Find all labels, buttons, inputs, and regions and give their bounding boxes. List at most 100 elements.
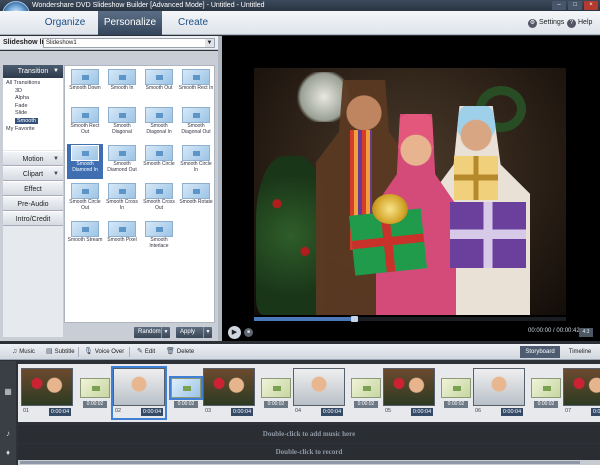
settings-label: Settings xyxy=(539,19,565,26)
storyboard-transition[interactable]: 0:00:02 xyxy=(531,378,561,414)
random-button[interactable]: Random ▼ xyxy=(134,327,170,338)
transition-item[interactable]: Smooth Down xyxy=(67,68,103,103)
transition-label: Smooth Rotate xyxy=(179,199,213,205)
apply-button[interactable]: Apply ▼ xyxy=(176,327,212,338)
delete-label: Delete xyxy=(176,349,195,355)
tree-item-all[interactable]: All Transitions xyxy=(6,80,63,88)
voice-over-label: Voice Over xyxy=(94,349,125,355)
chevron-down-icon[interactable]: ▼ xyxy=(161,327,170,338)
close-button[interactable]: × xyxy=(584,1,598,10)
music-track[interactable]: Double-click to add music here xyxy=(18,425,600,443)
tree-item-smooth[interactable]: Smooth xyxy=(15,117,38,124)
tab-organize[interactable]: Organize xyxy=(34,11,96,35)
record-track[interactable]: Double-click to record xyxy=(18,444,600,460)
tree-item-3d[interactable]: 3D xyxy=(6,88,63,96)
category-pre-audio[interactable]: Pre-Audio xyxy=(3,196,63,211)
timeline-view-button[interactable]: Timeline xyxy=(562,346,598,358)
tree-item-alpha[interactable]: Alpha xyxy=(6,95,63,103)
transition-thumbnail xyxy=(71,183,99,199)
transition-thumbnail xyxy=(108,107,136,123)
music-icon: ♫ xyxy=(12,348,18,355)
category-effect[interactable]: Effect xyxy=(3,181,63,196)
music-button[interactable]: ♫ Music xyxy=(12,344,35,360)
transition-thumbnail xyxy=(71,145,99,161)
transition-item[interactable]: Smooth Diagonal In xyxy=(141,106,177,141)
transition-item[interactable]: Smooth Diamond Out xyxy=(104,144,140,179)
horizontal-scrollbar[interactable] xyxy=(18,460,600,465)
help-label: Help xyxy=(578,19,593,26)
progress-handle[interactable] xyxy=(350,316,358,322)
tree-item-fade[interactable]: Fade xyxy=(6,103,63,111)
storyboard-transition[interactable]: 0:00:02 xyxy=(351,378,381,414)
storyboard-transition[interactable]: 0:00:02 xyxy=(169,376,203,414)
clip-duration: 0:00:04 xyxy=(231,408,253,416)
settings-link[interactable]: ⚙ Settings xyxy=(528,17,564,29)
transition-item[interactable]: Smooth Rotate xyxy=(178,182,214,217)
transition-item[interactable]: Smooth Circle Out xyxy=(67,182,103,217)
aspect-ratio-button[interactable]: 4:3 xyxy=(579,328,593,337)
transition-label: Smooth Interlace xyxy=(149,237,169,249)
storyboard-clip[interactable]: 02 0:00:04 xyxy=(111,366,167,420)
transition-item[interactable]: Smooth Out xyxy=(141,68,177,103)
tab-personalize[interactable]: Personalize xyxy=(98,11,162,35)
transition-item[interactable]: Smooth Cross Out xyxy=(141,182,177,217)
storyboard-clip[interactable]: 05 0:00:04 xyxy=(383,368,435,418)
category-clipart[interactable]: Clipart ▼ xyxy=(3,166,63,181)
category-transition[interactable]: Transition ▼ xyxy=(3,65,63,78)
tree-item-slide[interactable]: Slide xyxy=(6,110,63,118)
scrollbar-thumb[interactable] xyxy=(20,461,580,464)
clip-number: 04 xyxy=(295,408,302,414)
category-clipart-label: Clipart xyxy=(22,171,44,178)
tree-item-my-favorite[interactable]: My Favorite xyxy=(6,126,63,134)
storyboard-clip[interactable]: 01 0:00:04 xyxy=(21,368,73,418)
transition-item[interactable]: Smooth Cross In xyxy=(104,182,140,217)
storyboard-view-button[interactable]: Storyboard xyxy=(520,346,560,358)
category-motion[interactable]: Motion ▼ xyxy=(3,151,63,166)
transition-label: Smooth Circle Out xyxy=(69,199,101,211)
transition-thumbnail xyxy=(108,221,136,237)
storyboard-clip[interactable]: 03 0:00:04 xyxy=(203,368,255,418)
storyboard-transition[interactable]: 0:00:02 xyxy=(261,378,291,414)
clip-duration: 0:00:04 xyxy=(141,408,163,416)
slideshow-select-value: Slideshow1 xyxy=(46,40,77,46)
minimize-button[interactable]: – xyxy=(552,1,566,10)
help-icon: ? xyxy=(567,18,576,28)
transition-item[interactable]: Smooth Diagonal xyxy=(104,106,140,141)
transition-thumbnail xyxy=(351,378,381,398)
transition-item[interactable]: Smooth Circle In xyxy=(178,144,214,179)
transition-label: Smooth Circle xyxy=(143,161,175,167)
chevron-down-icon[interactable]: ▼ xyxy=(205,39,214,47)
toolbar-divider xyxy=(78,347,79,357)
transition-item[interactable]: Smooth Pixel xyxy=(104,220,140,255)
transition-item[interactable]: Smooth In xyxy=(104,68,140,103)
transition-item[interactable]: Smooth Diagonal Out xyxy=(178,106,214,141)
category-intro-credit[interactable]: Intro/Credit xyxy=(3,211,63,226)
clip-duration: 0:00:04 xyxy=(321,408,343,416)
transition-item[interactable]: Smooth Circle xyxy=(141,144,177,179)
play-button[interactable]: ▶ xyxy=(228,326,241,339)
edit-button[interactable]: ✎ Edit xyxy=(137,344,155,360)
tab-create[interactable]: Create xyxy=(164,11,222,35)
transition-item[interactable]: Smooth Rect In xyxy=(178,68,214,103)
voice-over-button[interactable]: 🎙 Voice Over xyxy=(84,344,124,360)
chevron-down-icon[interactable]: ▼ xyxy=(203,327,212,338)
storyboard-transition[interactable]: 0:00:02 xyxy=(441,378,471,414)
storyboard-clip[interactable]: 04 0:00:04 xyxy=(293,368,345,418)
transition-item[interactable]: Smooth Diamond In xyxy=(67,144,103,179)
transition-label: Smooth Cross Out xyxy=(143,199,175,211)
slideshow-select[interactable]: Slideshow1 ▼ xyxy=(43,38,215,48)
maximize-button[interactable]: □ xyxy=(568,1,582,10)
transition-item[interactable]: Smooth Stream xyxy=(67,220,103,255)
storyboard-clip[interactable]: 06 0:00:04 xyxy=(473,368,525,418)
apply-label: Apply xyxy=(180,329,196,335)
help-link[interactable]: ? Help xyxy=(567,17,592,29)
storyboard-transition[interactable]: 0:00:02 xyxy=(80,378,110,414)
progress-bar[interactable] xyxy=(254,316,566,322)
storyboard-clip[interactable]: 07 0:00:04 xyxy=(563,368,600,418)
stop-button[interactable]: ■ xyxy=(244,328,253,337)
transition-item[interactable]: Smooth Interlace xyxy=(141,220,177,255)
transition-thumbnail xyxy=(108,183,136,199)
delete-button[interactable]: 🗑 Delete xyxy=(166,344,194,360)
subtitle-button[interactable]: ▤ Subtitle xyxy=(46,344,75,360)
transition-item[interactable]: Smooth Rect Out xyxy=(67,106,103,141)
